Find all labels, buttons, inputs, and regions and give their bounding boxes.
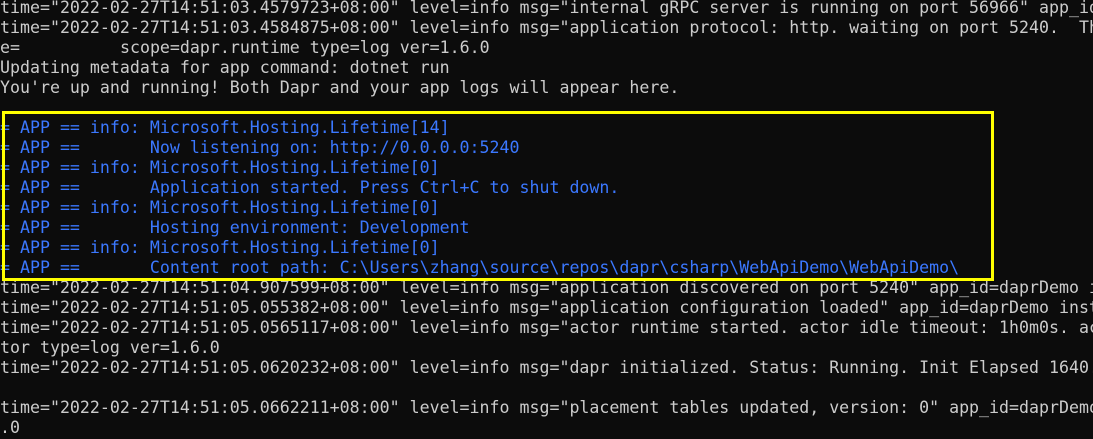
log-line: time="2022-02-27T14:51:05.0565117+08:00"… — [0, 318, 1093, 337]
log-line: time="2022-02-27T14:51:04.907599+08:00" … — [0, 278, 1093, 297]
log-line-prefix: e= — [0, 38, 20, 57]
status-line: Updating metadata for app command: dotne… — [0, 58, 450, 77]
app-log-line: = APP == info: Microsoft.Hosting.Lifetim… — [0, 238, 440, 257]
redacted-region — [19, 38, 110, 56]
log-line: e= scope=dapr.runtime type=log ver=1.6.0 — [0, 38, 490, 58]
log-line-suffix: scope=dapr.runtime type=log ver=1.6.0 — [109, 38, 490, 57]
app-log-line: = APP == Application started. Press Ctrl… — [0, 178, 620, 197]
app-log-line: = APP == info: Microsoft.Hosting.Lifetim… — [0, 118, 450, 137]
app-log-line: = APP == info: Microsoft.Hosting.Lifetim… — [0, 198, 440, 217]
app-log-line: = APP == info: Microsoft.Hosting.Lifetim… — [0, 158, 440, 177]
log-line: time="2022-02-27T14:51:05.055382+08:00" … — [0, 298, 1093, 317]
app-log-line: = APP == Content root path: C:\Users\zha… — [0, 258, 960, 277]
log-line: time="2022-02-27T14:51:05.0620232+08:00"… — [0, 358, 1093, 377]
status-line: You're up and running! Both Dapr and you… — [0, 78, 680, 97]
app-log-line: = APP == Now listening on: http://0.0.0.… — [0, 138, 520, 157]
log-line: time="2022-02-27T14:51:03.4584875+08:00"… — [0, 18, 1093, 37]
log-line: .0 — [0, 418, 20, 437]
log-line: tor type=log ver=1.6.0 — [0, 338, 220, 357]
app-log-line: = APP == Hosting environment: Developmen… — [0, 218, 470, 237]
terminal-window[interactable]: time="2022-02-27T14:51:03.4579723+08:00"… — [0, 0, 1093, 439]
log-line: time="2022-02-27T14:51:05.0662211+08:00"… — [0, 398, 1093, 417]
log-line: time="2022-02-27T14:51:03.4579723+08:00"… — [0, 0, 1093, 17]
